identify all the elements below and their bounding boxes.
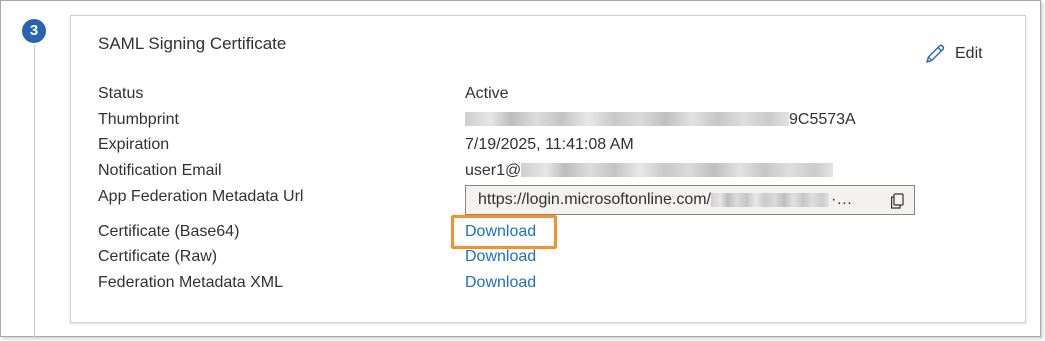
step-number-badge: 3 (22, 19, 46, 43)
federation-xml-label: Federation Metadata XML (98, 274, 283, 291)
thumbprint-suffix: 9C5573A (789, 111, 856, 128)
card-title: SAML Signing Certificate (98, 34, 287, 53)
cert-base64-label: Certificate (Base64) (98, 223, 240, 240)
step-connector-line (34, 45, 35, 337)
federation-xml-download-link[interactable]: Download (465, 274, 536, 292)
notification-email-value: user1@ (465, 162, 834, 180)
edit-label: Edit (955, 45, 983, 62)
metadata-url-field[interactable]: https://login.microsoftonline.com/ ·… (465, 185, 915, 215)
email-prefix: user1@ (465, 162, 522, 179)
redacted-thumbprint (465, 112, 789, 126)
thumbprint-value: 9C5573A (465, 111, 856, 129)
notification-email-label: Notification Email (98, 162, 222, 179)
pencil-icon (926, 44, 945, 63)
thumbprint-label: Thumbprint (98, 111, 179, 128)
status-value: Active (465, 85, 509, 102)
saml-certificate-card: SAML Signing Certificate Edit Status Act… (70, 15, 1026, 323)
expiration-label: Expiration (98, 136, 170, 153)
copy-icon[interactable] (890, 193, 904, 214)
edit-button[interactable]: Edit (924, 43, 983, 65)
screenshot-frame: 3 SAML Signing Certificate Edit Status A… (0, 0, 1041, 337)
cert-raw-download-link[interactable]: Download (465, 248, 536, 266)
status-label: Status (98, 85, 144, 102)
metadata-url-label: App Federation Metadata Url (98, 188, 304, 205)
redacted-email (521, 163, 834, 177)
cert-raw-label: Certificate (Raw) (98, 248, 218, 265)
redacted-url (711, 193, 829, 207)
metadata-url-ellipsis: ·… (831, 191, 853, 208)
expiration-value: 7/19/2025, 11:41:08 AM (465, 136, 634, 153)
metadata-url-prefix: https://login.microsoftonline.com/ (478, 191, 711, 208)
highlight-box (451, 215, 557, 249)
